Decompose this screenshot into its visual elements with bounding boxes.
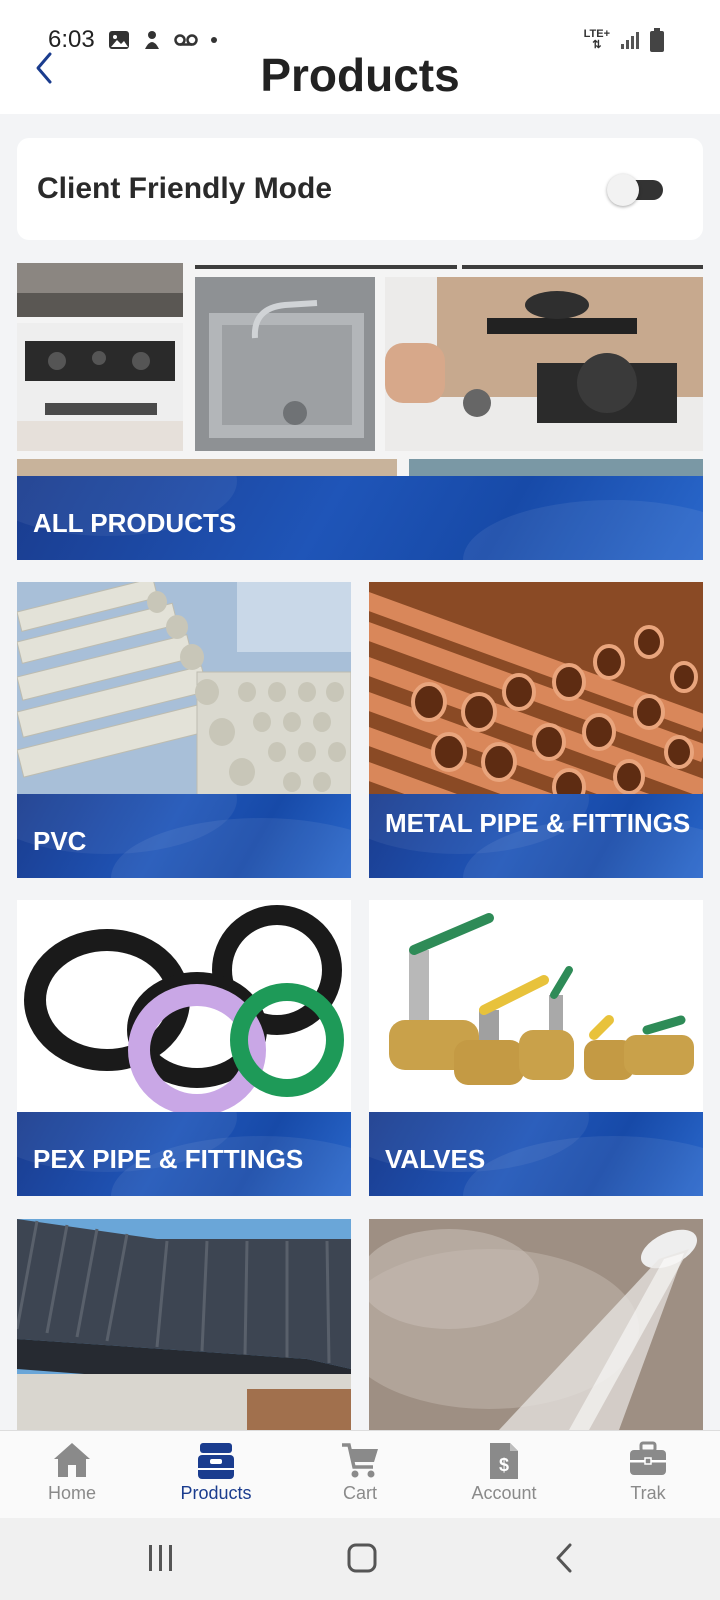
pex-pipe-image [17, 900, 351, 1114]
nav-label: Products [180, 1483, 252, 1503]
system-back-icon[interactable] [552, 1542, 576, 1574]
toggle-knob [607, 174, 639, 206]
briefcase-icon [630, 1441, 666, 1475]
roofing-image [17, 1219, 351, 1430]
category-tile-roofing[interactable] [17, 1219, 351, 1430]
svg-text:$: $ [499, 1455, 509, 1475]
account-icon: $ [490, 1443, 518, 1479]
category-label: METAL PIPE & FITTINGS [385, 808, 691, 838]
all-products-image [17, 263, 703, 476]
cart-icon [342, 1443, 378, 1478]
client-friendly-mode-toggle[interactable] [607, 174, 665, 206]
valves-image [369, 900, 703, 1114]
nav-trak[interactable]: Trak [576, 1431, 720, 1518]
signal-icon [621, 32, 639, 49]
nav-home[interactable]: Home [0, 1431, 144, 1518]
nav-label: Cart [342, 1483, 377, 1503]
voicemail-icon [174, 34, 198, 46]
home-icon [54, 1443, 90, 1477]
category-tile-pvc[interactable]: PVC [17, 582, 351, 878]
shower-image [369, 1219, 703, 1430]
nav-products[interactable]: Products [144, 1431, 288, 1518]
bottom-navigation: Home Products Cart $ Account Trak [0, 1430, 720, 1518]
category-tile-metal-pipe[interactable]: METAL PIPE & FITTINGS [369, 582, 703, 878]
system-navigation-bar [0, 1518, 720, 1600]
nav-cart[interactable]: Cart [288, 1431, 432, 1518]
recent-apps-icon[interactable] [146, 1542, 176, 1574]
category-label: ALL PRODUCTS [33, 508, 237, 538]
category-label: PVC [33, 826, 87, 856]
nav-label: Account [471, 1483, 537, 1503]
app-header: 6:03 LTE+ ⇅ Products [0, 0, 720, 114]
category-label: PEX PIPE & FITTINGS [33, 1144, 304, 1174]
category-tile-all-products[interactable]: ALL PRODUCTS [17, 263, 703, 560]
products-icon [198, 1443, 234, 1479]
page-title: Products [260, 49, 460, 101]
pvc-image [17, 582, 351, 796]
home-button-icon[interactable] [347, 1542, 377, 1574]
client-friendly-mode-label: Client Friendly Mode [37, 172, 333, 205]
nav-label: Trak [630, 1483, 666, 1503]
category-label: VALVES [385, 1144, 486, 1174]
nav-label: Home [47, 1483, 96, 1503]
category-tile-valves[interactable]: VALVES [369, 900, 703, 1196]
category-tile-pex[interactable]: PEX PIPE & FITTINGS [17, 900, 351, 1196]
category-tile-hot-water[interactable] [369, 1219, 703, 1430]
metal-pipe-image [369, 582, 703, 796]
more-notifications-dot-icon [211, 37, 217, 43]
client-friendly-mode-card: Client Friendly Mode [17, 138, 703, 240]
nav-account[interactable]: $ Account [432, 1431, 576, 1518]
